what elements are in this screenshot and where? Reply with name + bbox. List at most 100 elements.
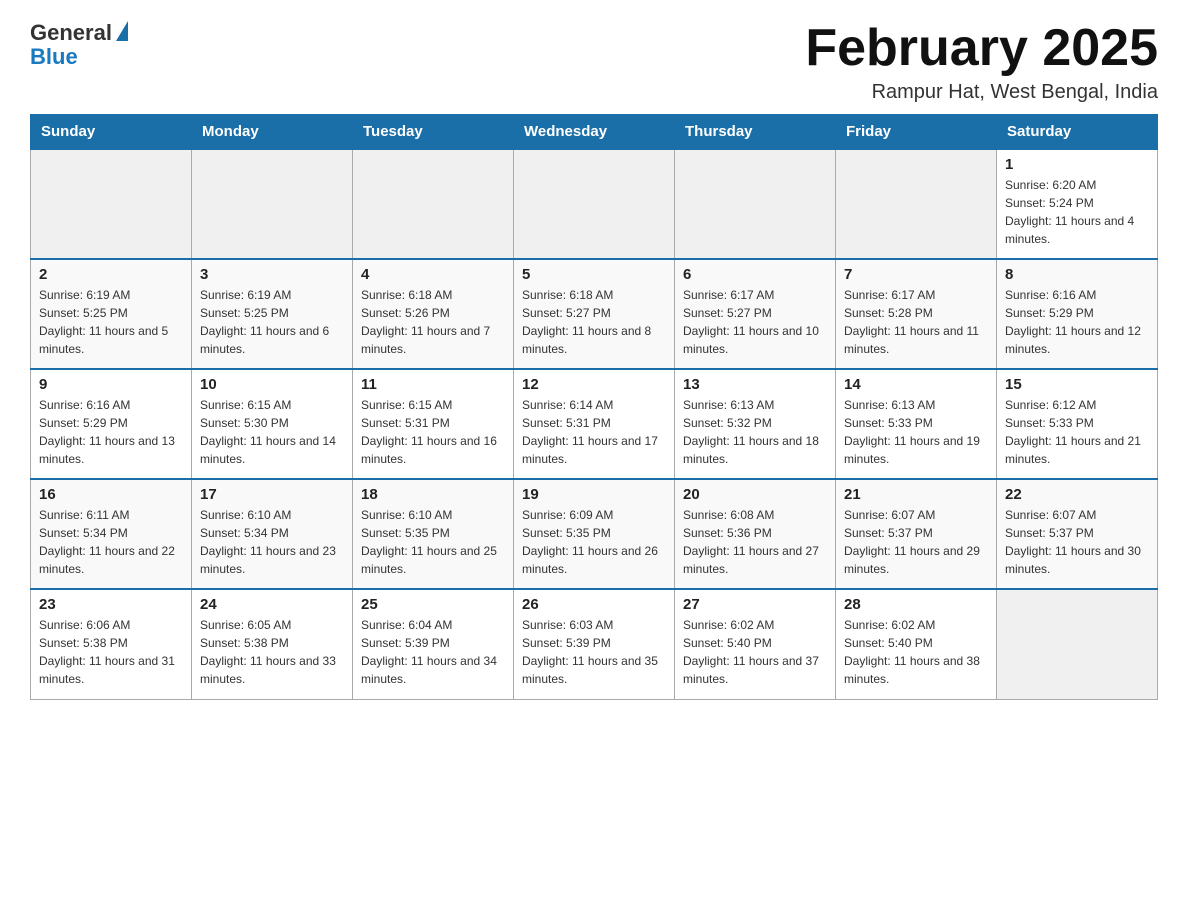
day-number: 19: [522, 486, 666, 503]
day-info: Sunrise: 6:19 AMSunset: 5:25 PMDaylight:…: [200, 286, 344, 358]
day-info: Sunrise: 6:07 AMSunset: 5:37 PMDaylight:…: [844, 506, 988, 578]
day-number: 3: [200, 266, 344, 283]
day-info: Sunrise: 6:10 AMSunset: 5:34 PMDaylight:…: [200, 506, 344, 578]
column-header-saturday: Saturday: [997, 115, 1158, 150]
day-info: Sunrise: 6:13 AMSunset: 5:33 PMDaylight:…: [844, 396, 988, 468]
column-header-wednesday: Wednesday: [514, 115, 675, 150]
calendar-cell: 6 Sunrise: 6:17 AMSunset: 5:27 PMDaylight…: [675, 259, 836, 369]
calendar-cell: [353, 149, 514, 259]
calendar-cell: [31, 149, 192, 259]
calendar-cell: 17 Sunrise: 6:10 AMSunset: 5:34 PMDayligh…: [192, 479, 353, 589]
calendar-cell: 23 Sunrise: 6:06 AMSunset: 5:38 PMDayligh…: [31, 589, 192, 699]
day-info: Sunrise: 6:13 AMSunset: 5:32 PMDaylight:…: [683, 396, 827, 468]
day-info: Sunrise: 6:18 AMSunset: 5:26 PMDaylight:…: [361, 286, 505, 358]
column-header-sunday: Sunday: [31, 115, 192, 150]
day-info: Sunrise: 6:14 AMSunset: 5:31 PMDaylight:…: [522, 396, 666, 468]
logo-triangle-icon: [116, 21, 128, 41]
day-info: Sunrise: 6:20 AMSunset: 5:24 PMDaylight:…: [1005, 176, 1149, 248]
day-number: 12: [522, 376, 666, 393]
day-info: Sunrise: 6:17 AMSunset: 5:28 PMDaylight:…: [844, 286, 988, 358]
calendar-cell: [192, 149, 353, 259]
day-number: 24: [200, 596, 344, 613]
calendar-cell: 2 Sunrise: 6:19 AMSunset: 5:25 PMDaylight…: [31, 259, 192, 369]
calendar-cell: 22 Sunrise: 6:07 AMSunset: 5:37 PMDayligh…: [997, 479, 1158, 589]
day-number: 20: [683, 486, 827, 503]
day-info: Sunrise: 6:07 AMSunset: 5:37 PMDaylight:…: [1005, 506, 1149, 578]
calendar-cell: 26 Sunrise: 6:03 AMSunset: 5:39 PMDayligh…: [514, 589, 675, 699]
calendar-cell: 27 Sunrise: 6:02 AMSunset: 5:40 PMDayligh…: [675, 589, 836, 699]
calendar-cell: 1Sunrise: 6:20 AMSunset: 5:24 PMDaylight…: [997, 149, 1158, 259]
day-info: Sunrise: 6:15 AMSunset: 5:31 PMDaylight:…: [361, 396, 505, 468]
day-number: 11: [361, 376, 505, 393]
calendar-cell: 8 Sunrise: 6:16 AMSunset: 5:29 PMDaylight…: [997, 259, 1158, 369]
calendar-cell: 10 Sunrise: 6:15 AMSunset: 5:30 PMDayligh…: [192, 369, 353, 479]
week-row-3: 9 Sunrise: 6:16 AMSunset: 5:29 PMDaylight…: [31, 369, 1158, 479]
day-info: Sunrise: 6:02 AMSunset: 5:40 PMDaylight:…: [683, 616, 827, 688]
day-info: Sunrise: 6:18 AMSunset: 5:27 PMDaylight:…: [522, 286, 666, 358]
day-number: 8: [1005, 266, 1149, 283]
day-number: 2: [39, 266, 183, 283]
day-number: 26: [522, 596, 666, 613]
calendar-cell: 3 Sunrise: 6:19 AMSunset: 5:25 PMDaylight…: [192, 259, 353, 369]
day-number: 16: [39, 486, 183, 503]
day-info: Sunrise: 6:16 AMSunset: 5:29 PMDaylight:…: [39, 396, 183, 468]
day-info: Sunrise: 6:17 AMSunset: 5:27 PMDaylight:…: [683, 286, 827, 358]
day-info: Sunrise: 6:15 AMSunset: 5:30 PMDaylight:…: [200, 396, 344, 468]
day-info: Sunrise: 6:04 AMSunset: 5:39 PMDaylight:…: [361, 616, 505, 688]
logo: General Blue: [30, 20, 128, 70]
calendar-cell: 28Sunrise: 6:02 AMSunset: 5:40 PMDayligh…: [836, 589, 997, 699]
calendar-cell: 12 Sunrise: 6:14 AMSunset: 5:31 PMDayligh…: [514, 369, 675, 479]
day-number: 4: [361, 266, 505, 283]
title-area: February 2025 Rampur Hat, West Bengal, I…: [805, 20, 1158, 104]
day-number: 9: [39, 376, 183, 393]
location-title: Rampur Hat, West Bengal, India: [805, 81, 1158, 104]
calendar-cell: 13 Sunrise: 6:13 AMSunset: 5:32 PMDayligh…: [675, 369, 836, 479]
logo-general-text: General: [30, 20, 112, 46]
header-row: SundayMondayTuesdayWednesdayThursdayFrid…: [31, 115, 1158, 150]
week-row-2: 2 Sunrise: 6:19 AMSunset: 5:25 PMDaylight…: [31, 259, 1158, 369]
calendar-cell: 24 Sunrise: 6:05 AMSunset: 5:38 PMDayligh…: [192, 589, 353, 699]
calendar-cell: 14 Sunrise: 6:13 AMSunset: 5:33 PMDayligh…: [836, 369, 997, 479]
day-info: Sunrise: 6:05 AMSunset: 5:38 PMDaylight:…: [200, 616, 344, 688]
column-header-thursday: Thursday: [675, 115, 836, 150]
calendar-cell: [514, 149, 675, 259]
day-number: 25: [361, 596, 505, 613]
day-info: Sunrise: 6:02 AMSunset: 5:40 PMDaylight:…: [844, 616, 988, 688]
week-row-1: 1Sunrise: 6:20 AMSunset: 5:24 PMDaylight…: [31, 149, 1158, 259]
day-number: 5: [522, 266, 666, 283]
day-number: 14: [844, 376, 988, 393]
page-header: General Blue February 2025 Rampur Hat, W…: [30, 20, 1158, 104]
week-row-5: 23 Sunrise: 6:06 AMSunset: 5:38 PMDayligh…: [31, 589, 1158, 699]
day-info: Sunrise: 6:11 AMSunset: 5:34 PMDaylight:…: [39, 506, 183, 578]
day-info: Sunrise: 6:12 AMSunset: 5:33 PMDaylight:…: [1005, 396, 1149, 468]
calendar-cell: [675, 149, 836, 259]
day-number: 7: [844, 266, 988, 283]
column-header-friday: Friday: [836, 115, 997, 150]
day-number: 13: [683, 376, 827, 393]
day-info: Sunrise: 6:16 AMSunset: 5:29 PMDaylight:…: [1005, 286, 1149, 358]
calendar-cell: 7 Sunrise: 6:17 AMSunset: 5:28 PMDaylight…: [836, 259, 997, 369]
calendar-cell: 25 Sunrise: 6:04 AMSunset: 5:39 PMDayligh…: [353, 589, 514, 699]
day-number: 6: [683, 266, 827, 283]
day-number: 17: [200, 486, 344, 503]
day-number: 23: [39, 596, 183, 613]
calendar-cell: 9 Sunrise: 6:16 AMSunset: 5:29 PMDaylight…: [31, 369, 192, 479]
calendar-cell: 19 Sunrise: 6:09 AMSunset: 5:35 PMDayligh…: [514, 479, 675, 589]
day-number: 10: [200, 376, 344, 393]
calendar-cell: 21Sunrise: 6:07 AMSunset: 5:37 PMDayligh…: [836, 479, 997, 589]
day-info: Sunrise: 6:03 AMSunset: 5:39 PMDaylight:…: [522, 616, 666, 688]
calendar-cell: 18Sunrise: 6:10 AMSunset: 5:35 PMDayligh…: [353, 479, 514, 589]
calendar-cell: 5 Sunrise: 6:18 AMSunset: 5:27 PMDaylight…: [514, 259, 675, 369]
day-info: Sunrise: 6:06 AMSunset: 5:38 PMDaylight:…: [39, 616, 183, 688]
week-row-4: 16 Sunrise: 6:11 AMSunset: 5:34 PMDayligh…: [31, 479, 1158, 589]
calendar-cell: 16 Sunrise: 6:11 AMSunset: 5:34 PMDayligh…: [31, 479, 192, 589]
logo-blue-text: Blue: [30, 44, 78, 70]
day-number: 27: [683, 596, 827, 613]
day-info: Sunrise: 6:19 AMSunset: 5:25 PMDaylight:…: [39, 286, 183, 358]
day-info: Sunrise: 6:09 AMSunset: 5:35 PMDaylight:…: [522, 506, 666, 578]
day-number: 18: [361, 486, 505, 503]
day-number: 22: [1005, 486, 1149, 503]
month-title: February 2025: [805, 20, 1158, 77]
calendar-cell: 20Sunrise: 6:08 AMSunset: 5:36 PMDayligh…: [675, 479, 836, 589]
day-number: 15: [1005, 376, 1149, 393]
